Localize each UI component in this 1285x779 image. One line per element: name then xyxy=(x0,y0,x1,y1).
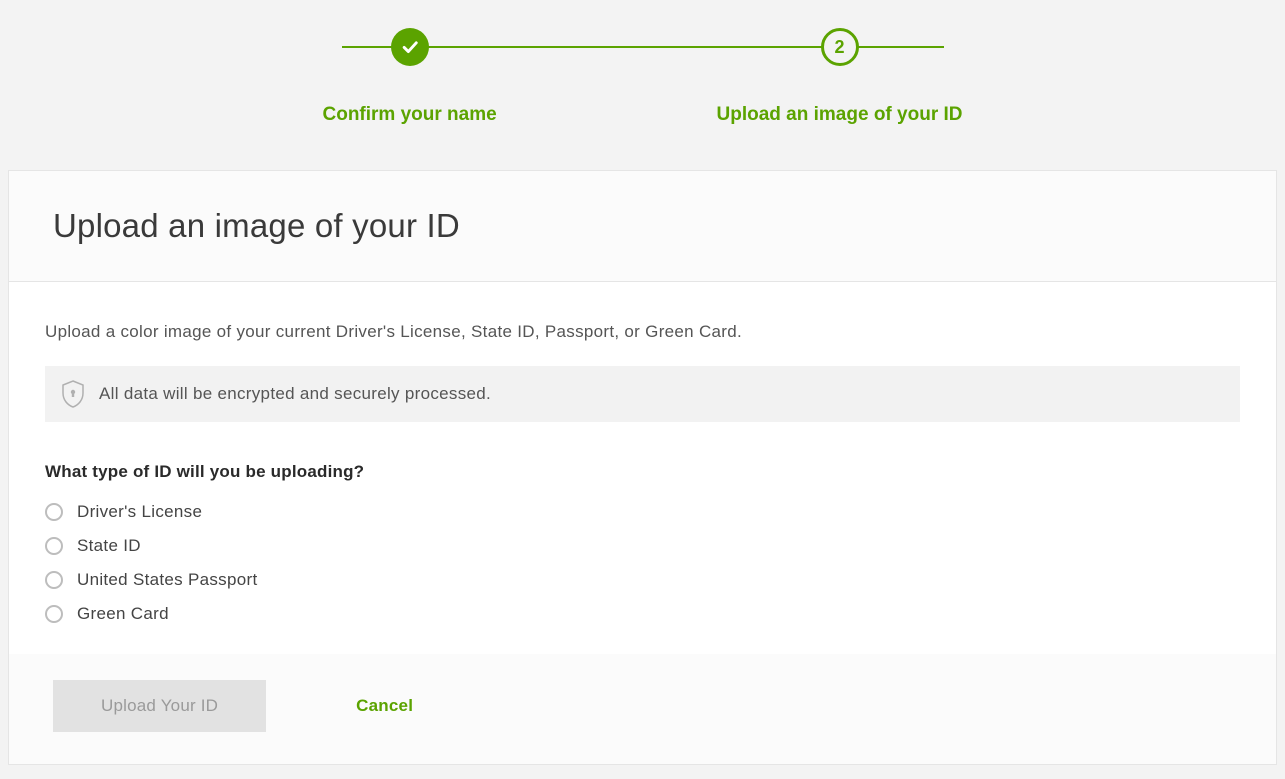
card-body: Upload a color image of your current Dri… xyxy=(9,282,1276,654)
security-notice: All data will be encrypted and securely … xyxy=(45,366,1240,422)
radio-us-passport[interactable]: United States Passport xyxy=(45,570,1240,590)
radio-state-id[interactable]: State ID xyxy=(45,536,1240,556)
card-header: Upload an image of your ID xyxy=(9,171,1276,282)
card-footer: Upload Your ID Cancel xyxy=(9,654,1276,764)
radio-green-card[interactable]: Green Card xyxy=(45,604,1240,624)
radio-label: United States Passport xyxy=(77,570,257,590)
page-title: Upload an image of your ID xyxy=(53,207,1240,245)
main-card: Upload an image of your ID Upload a colo… xyxy=(8,170,1277,765)
radio-drivers-license[interactable]: Driver's License xyxy=(45,502,1240,522)
radio-label: State ID xyxy=(77,536,141,556)
step-2-indicator: 2 xyxy=(821,28,859,66)
radio-circle-icon xyxy=(45,503,63,521)
radio-group: Driver's License State ID United States … xyxy=(45,502,1240,624)
step-1: Confirm your name xyxy=(323,28,497,126)
radio-circle-icon xyxy=(45,537,63,555)
question-label: What type of ID will you be uploading? xyxy=(45,462,1240,482)
shield-icon xyxy=(61,380,85,408)
intro-text: Upload a color image of your current Dri… xyxy=(45,322,1240,342)
stepper: Confirm your name 2 Upload an image of y… xyxy=(323,28,963,126)
notice-text: All data will be encrypted and securely … xyxy=(99,384,491,404)
radio-circle-icon xyxy=(45,605,63,623)
stepper-container: Confirm your name 2 Upload an image of y… xyxy=(0,0,1285,170)
radio-label: Driver's License xyxy=(77,502,202,522)
cancel-button[interactable]: Cancel xyxy=(356,696,413,716)
radio-circle-icon xyxy=(45,571,63,589)
step-2-label: Upload an image of your ID xyxy=(717,104,963,126)
check-icon xyxy=(400,37,420,57)
step-1-label: Confirm your name xyxy=(323,104,497,126)
radio-label: Green Card xyxy=(77,604,169,624)
step-2: 2 Upload an image of your ID xyxy=(717,28,963,126)
upload-button[interactable]: Upload Your ID xyxy=(53,680,266,732)
step-1-indicator xyxy=(391,28,429,66)
